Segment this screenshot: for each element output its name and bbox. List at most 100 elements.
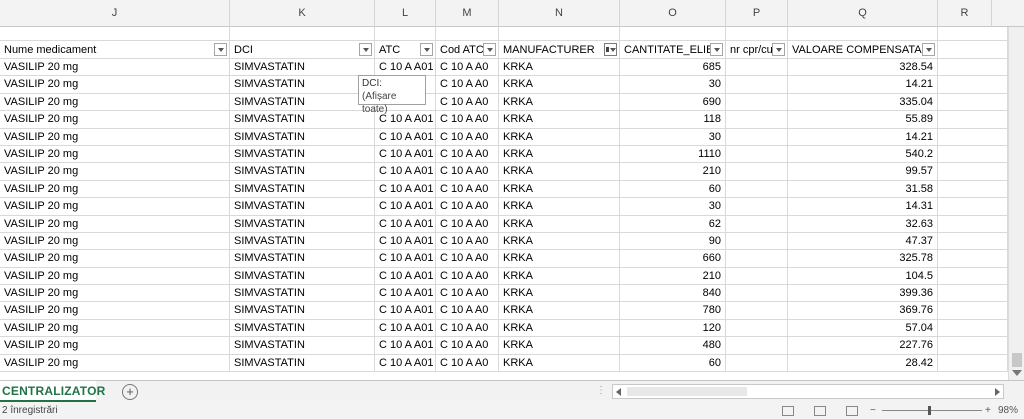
cell[interactable] — [726, 163, 788, 180]
cell[interactable]: VASILIP 20 mg — [0, 319, 230, 337]
cell[interactable]: KRKA — [499, 145, 620, 163]
cell[interactable]: VASILIP 20 mg — [0, 59, 230, 76]
cell[interactable] — [938, 128, 1008, 145]
filter-dropdown-icon[interactable] — [359, 43, 372, 56]
cell[interactable] — [938, 302, 1008, 319]
cell[interactable] — [938, 27, 1008, 40]
cell[interactable]: SIMVASTATIN — [230, 232, 375, 250]
cell[interactable]: 118 — [620, 111, 726, 128]
cell[interactable]: SIMVASTATIN — [230, 215, 375, 232]
cell[interactable]: VASILIP 20 mg — [0, 128, 230, 145]
cell[interactable]: SIMVASTATIN — [230, 337, 375, 354]
cell[interactable] — [726, 319, 788, 337]
cell[interactable]: VASILIP 20 mg — [0, 163, 230, 180]
cell[interactable]: KRKA — [499, 250, 620, 267]
cell[interactable]: SIMVASTATIN — [230, 128, 375, 145]
cell[interactable]: KRKA — [499, 354, 620, 372]
cell[interactable]: C 10 A A0 — [436, 93, 499, 111]
cell[interactable] — [938, 76, 1008, 93]
cell[interactable]: SIMVASTATIN — [230, 285, 375, 302]
cell[interactable]: KRKA — [499, 337, 620, 354]
cell[interactable]: C 10 A A01 — [375, 302, 436, 319]
header-nr-cpr[interactable]: nr cpr/cu — [726, 41, 788, 58]
column-header-p[interactable]: P — [726, 0, 788, 27]
cell[interactable]: C 10 A A01 — [375, 250, 436, 267]
cell[interactable]: KRKA — [499, 198, 620, 215]
cell[interactable]: 780 — [620, 302, 726, 319]
cell[interactable] — [0, 27, 230, 40]
cell[interactable]: KRKA — [499, 93, 620, 111]
cell[interactable]: 660 — [620, 250, 726, 267]
cell[interactable] — [726, 128, 788, 145]
filter-dropdown-icon[interactable] — [710, 43, 723, 56]
cell[interactable]: VASILIP 20 mg — [0, 111, 230, 128]
cell[interactable]: 14.21 — [788, 76, 938, 93]
cell[interactable]: VASILIP 20 mg — [0, 180, 230, 198]
cell[interactable]: 840 — [620, 285, 726, 302]
cell[interactable] — [375, 27, 436, 40]
scroll-down-icon[interactable] — [1012, 370, 1022, 376]
cell[interactable]: KRKA — [499, 111, 620, 128]
column-header-l[interactable]: L — [375, 0, 436, 27]
vertical-scrollbar[interactable] — [1008, 27, 1024, 380]
cell[interactable]: 540.2 — [788, 145, 938, 163]
cell[interactable] — [938, 59, 1008, 76]
zoom-in-button[interactable]: + — [985, 402, 991, 419]
cell[interactable]: VASILIP 20 mg — [0, 198, 230, 215]
cell[interactable]: C 10 A A0 — [436, 180, 499, 198]
filter-dropdown-icon[interactable] — [922, 43, 935, 56]
cell[interactable] — [938, 93, 1008, 111]
cell[interactable]: C 10 A A01 — [375, 128, 436, 145]
cell[interactable]: SIMVASTATIN — [230, 250, 375, 267]
cell[interactable] — [788, 27, 938, 40]
cell[interactable]: VASILIP 20 mg — [0, 337, 230, 354]
cell[interactable]: VASILIP 20 mg — [0, 232, 230, 250]
cell[interactable]: C 10 A A0 — [436, 354, 499, 372]
cell[interactable]: C 10 A A0 — [436, 76, 499, 93]
cell[interactable]: C 10 A A01 — [375, 163, 436, 180]
cell[interactable]: KRKA — [499, 232, 620, 250]
column-header-n[interactable]: N — [499, 0, 620, 27]
column-header-j[interactable]: J — [0, 0, 230, 27]
cell[interactable]: 369.76 — [788, 302, 938, 319]
cell[interactable]: KRKA — [499, 76, 620, 93]
cell[interactable]: 325.78 — [788, 250, 938, 267]
sheet-tab-centralizator[interactable]: CENTRALIZATOR — [0, 381, 105, 403]
cell[interactable]: 55.89 — [788, 111, 938, 128]
cell[interactable]: C 10 A A0 — [436, 198, 499, 215]
scroll-left-icon[interactable] — [616, 388, 621, 396]
cell[interactable]: C 10 A A0 — [436, 145, 499, 163]
cell[interactable]: KRKA — [499, 285, 620, 302]
cell[interactable]: KRKA — [499, 128, 620, 145]
zoom-slider[interactable] — [882, 410, 982, 411]
header-nume-medicament[interactable]: Nume medicament — [0, 41, 230, 58]
cell[interactable]: C 10 A A0 — [436, 215, 499, 232]
cell[interactable]: SIMVASTATIN — [230, 111, 375, 128]
cell[interactable]: C 10 A A01 — [375, 267, 436, 285]
header-valoare[interactable]: VALOARE COMPENSATA — [788, 41, 938, 58]
cell[interactable]: KRKA — [499, 163, 620, 180]
cell[interactable]: C 10 A A0 — [436, 250, 499, 267]
cell[interactable]: 335.04 — [788, 93, 938, 111]
cell[interactable]: VASILIP 20 mg — [0, 267, 230, 285]
cell[interactable]: 32.63 — [788, 215, 938, 232]
cell[interactable] — [938, 285, 1008, 302]
cell[interactable]: SIMVASTATIN — [230, 59, 375, 76]
cell[interactable]: KRKA — [499, 267, 620, 285]
column-header-o[interactable]: O — [620, 0, 726, 27]
cell[interactable]: 14.21 — [788, 128, 938, 145]
cell[interactable]: 31.58 — [788, 180, 938, 198]
cell[interactable] — [726, 337, 788, 354]
column-header-r[interactable]: R — [938, 0, 992, 27]
cell[interactable] — [938, 232, 1008, 250]
cell[interactable]: 99.57 — [788, 163, 938, 180]
cell[interactable]: KRKA — [499, 302, 620, 319]
cell[interactable] — [726, 198, 788, 215]
cell[interactable]: SIMVASTATIN — [230, 76, 375, 93]
filter-dropdown-icon[interactable] — [772, 43, 785, 56]
cell[interactable] — [726, 76, 788, 93]
cell[interactable]: C 10 A A0 — [436, 163, 499, 180]
cell[interactable]: 57.04 — [788, 319, 938, 337]
header-cantitate[interactable]: CANTITATE_ELIB — [620, 41, 726, 58]
cell[interactable]: C 10 A A01 — [375, 198, 436, 215]
